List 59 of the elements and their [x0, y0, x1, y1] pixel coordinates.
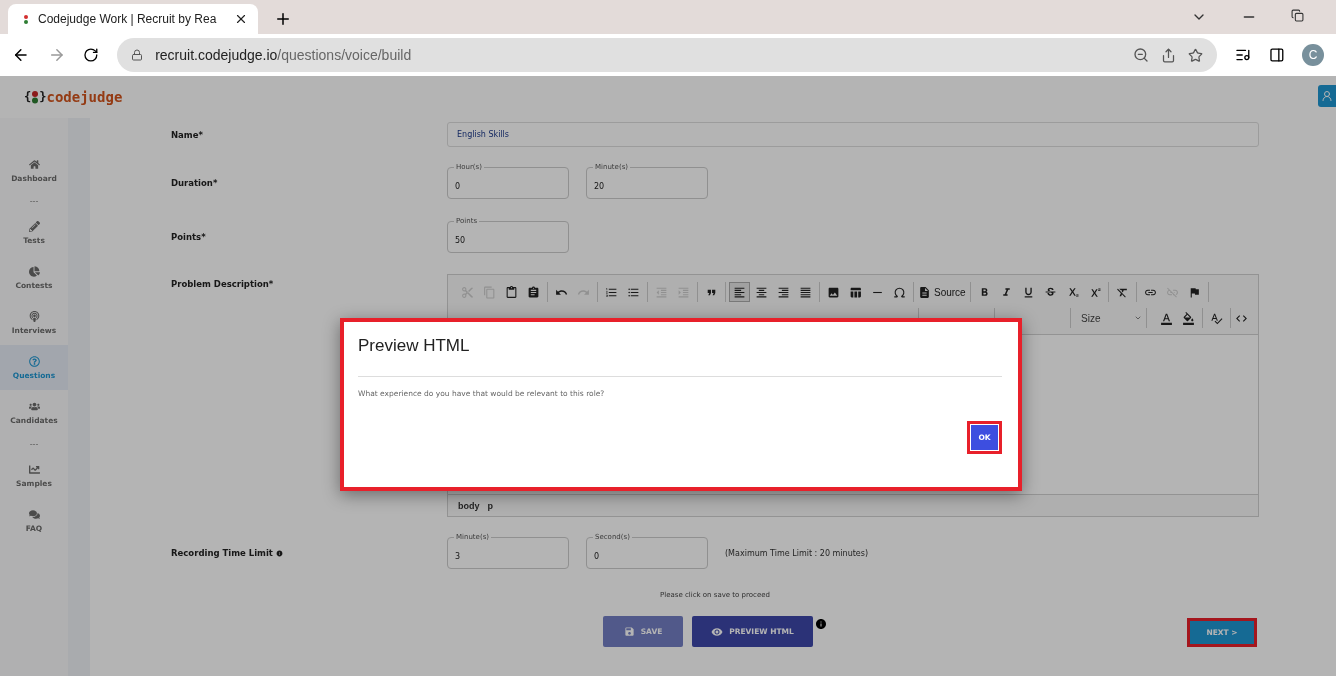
- profile-avatar[interactable]: C: [1302, 44, 1324, 66]
- align-justify-icon: [799, 285, 812, 299]
- eye-icon: [711, 625, 724, 638]
- user-icon: [1321, 90, 1333, 102]
- element-path-item[interactable]: body: [458, 500, 480, 511]
- paste-text-icon: [527, 285, 540, 299]
- name-field[interactable]: English Skills: [447, 122, 1259, 147]
- address-bar[interactable]: recruit.codejudge.io/questions/voice/build: [117, 38, 1217, 72]
- align-left-button[interactable]: [729, 282, 750, 302]
- spellcheck-icon: [1210, 311, 1223, 325]
- align-center-icon: [755, 285, 768, 299]
- field-label: Recording Time Limit: [171, 548, 447, 558]
- podcast-icon: [28, 310, 40, 322]
- side-panel-icon[interactable]: [1268, 47, 1285, 63]
- chart-icon: [28, 463, 40, 475]
- field-label: Points*: [171, 232, 207, 242]
- field-label: Problem Description*: [171, 279, 275, 289]
- pie-chart-icon: [28, 265, 40, 277]
- back-icon[interactable]: [12, 46, 30, 64]
- align-right-icon: [777, 285, 790, 299]
- size-dropdown[interactable]: Size: [1077, 308, 1147, 328]
- sidebar-divider: ---: [28, 438, 40, 451]
- info-icon[interactable]: [815, 618, 827, 630]
- field-label: Name*: [171, 129, 204, 140]
- document-icon: [918, 285, 931, 299]
- browser-tab[interactable]: Codejudge Work | Recruit by Rea: [8, 4, 258, 34]
- favicon-icon: [24, 14, 28, 24]
- field-label: Duration*: [171, 178, 219, 188]
- omega-icon: [893, 285, 906, 299]
- info-icon[interactable]: [275, 549, 283, 557]
- source-button[interactable]: Source: [917, 282, 967, 302]
- time-limit-note: (Maximum Time Limit : 20 minutes): [725, 548, 869, 558]
- share-icon[interactable]: [1160, 47, 1176, 63]
- reload-icon[interactable]: [83, 47, 100, 63]
- media-icon[interactable]: [1234, 47, 1251, 63]
- chat-icon: [28, 508, 40, 520]
- dialog-title: Preview HTML: [358, 336, 471, 357]
- users-icon: [28, 400, 40, 412]
- question-icon: [28, 355, 40, 367]
- logo: { }codejudge: [24, 89, 123, 105]
- text-color-icon: [1160, 311, 1173, 325]
- align-left-icon: [733, 285, 746, 299]
- zoom-out-icon[interactable]: [1132, 47, 1149, 63]
- star-icon[interactable]: [1187, 47, 1203, 63]
- pencil-icon: [28, 220, 40, 232]
- sidebar-divider: ---: [28, 195, 40, 208]
- paint-bucket-icon: [1182, 311, 1195, 325]
- element-path-item[interactable]: p: [487, 500, 493, 511]
- image-icon: [827, 285, 840, 299]
- close-icon[interactable]: [234, 12, 248, 26]
- caret-icon: [1134, 314, 1142, 322]
- table-icon: [849, 285, 862, 299]
- lock-icon: [131, 49, 144, 61]
- home-icon: [28, 159, 40, 170]
- paste-icon: [505, 285, 518, 299]
- new-tab-icon[interactable]: [274, 10, 292, 28]
- restore-icon[interactable]: [1291, 9, 1304, 22]
- strikethrough-icon: [1043, 285, 1057, 299]
- numbered-list-icon: [605, 285, 618, 299]
